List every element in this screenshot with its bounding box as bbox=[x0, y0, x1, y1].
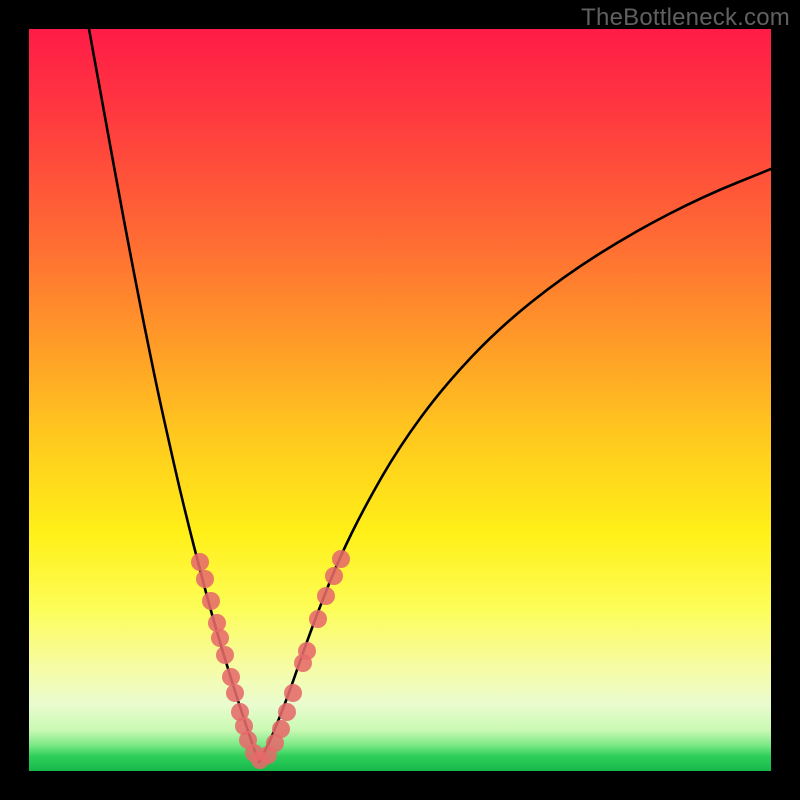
marker-dot bbox=[202, 592, 220, 610]
plot-area bbox=[29, 29, 771, 771]
marker-dot bbox=[226, 684, 244, 702]
marker-dot bbox=[191, 553, 209, 571]
marker-dot bbox=[208, 614, 226, 632]
marker-dot bbox=[196, 570, 214, 588]
marker-dot bbox=[211, 629, 229, 647]
chart-frame: TheBottleneck.com bbox=[0, 0, 800, 800]
marker-dot bbox=[332, 550, 350, 568]
curve-right bbox=[259, 169, 771, 762]
marker-dot bbox=[272, 720, 290, 738]
marker-dot bbox=[298, 642, 316, 660]
marker-dot bbox=[216, 646, 234, 664]
marker-dot bbox=[309, 610, 327, 628]
watermark-text: TheBottleneck.com bbox=[581, 4, 790, 32]
marker-dot bbox=[222, 668, 240, 686]
marker-dot bbox=[278, 703, 296, 721]
curve-group bbox=[89, 29, 771, 762]
chart-svg bbox=[29, 29, 771, 771]
marker-dot bbox=[317, 587, 335, 605]
marker-dot bbox=[284, 684, 302, 702]
marker-dot bbox=[325, 567, 343, 585]
marker-group bbox=[191, 550, 350, 769]
